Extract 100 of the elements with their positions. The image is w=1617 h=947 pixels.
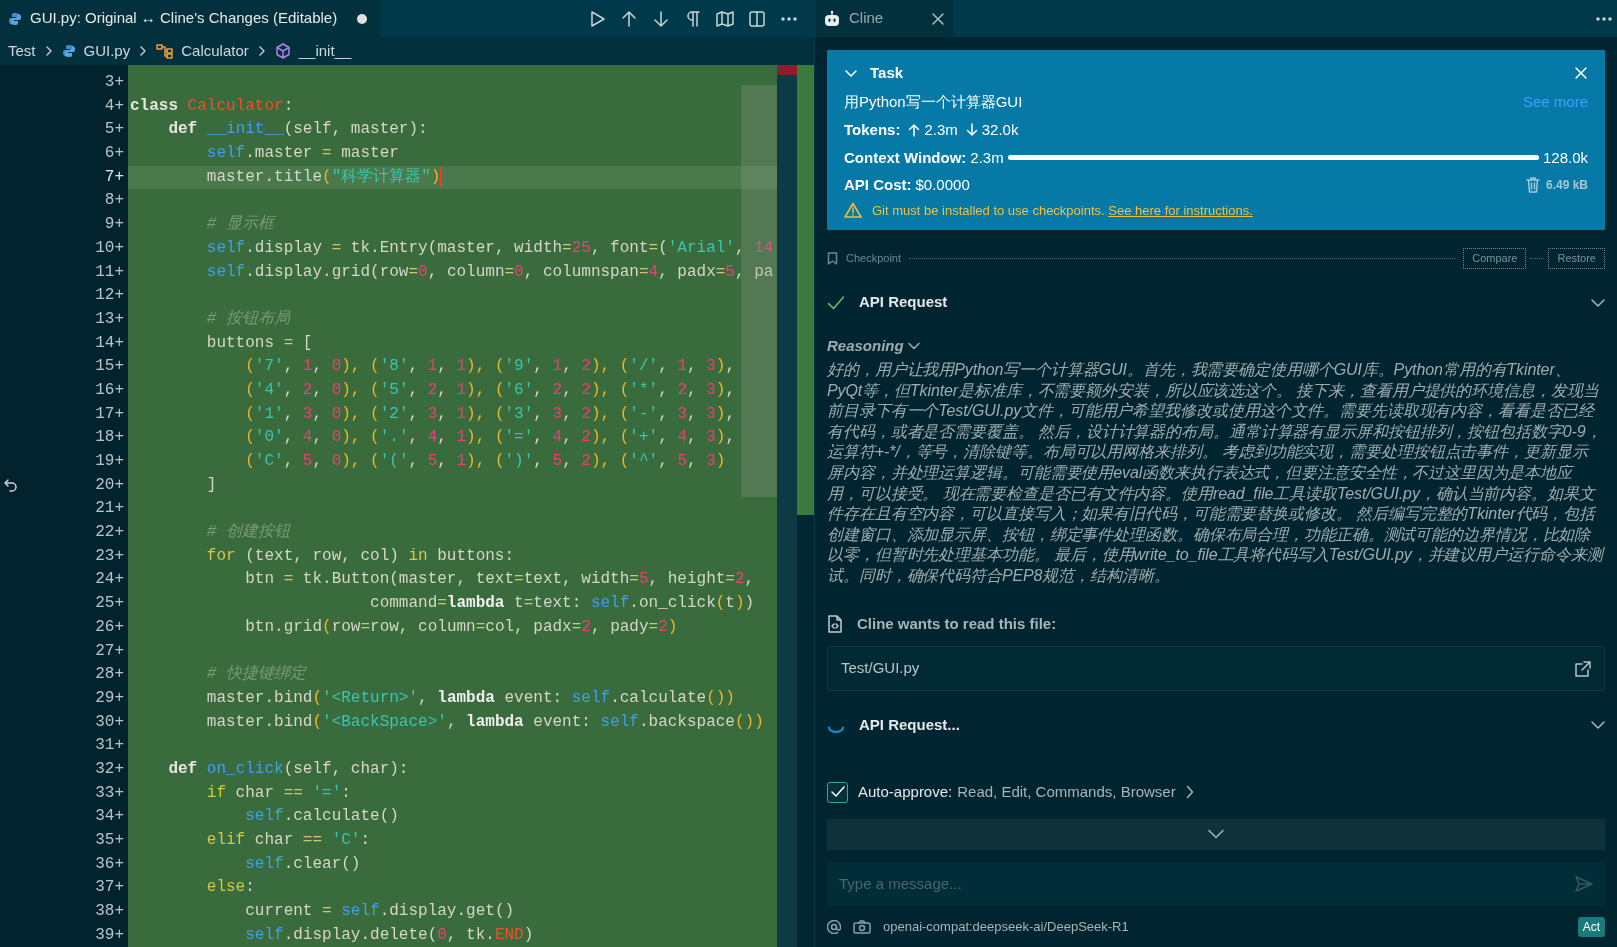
check-icon: [830, 786, 845, 799]
code-line: btn.grid(row=row, column=col, padx=2, pady=2): [244, 617, 678, 636]
code-line: btn = tk.Button(master, text=text, width=5, height=2,: [244, 570, 755, 589]
robot-icon: [823, 9, 841, 28]
code-line: current = self.display.get(): [244, 902, 515, 921]
undo-icon[interactable]: [3, 477, 19, 493]
close-icon[interactable]: [1574, 66, 1588, 81]
checkpoint-button[interactable]: Compare: [1463, 248, 1527, 269]
line-number: 39+: [94, 924, 125, 946]
task-heading: Task: [870, 63, 904, 83]
line-number: 4+: [103, 95, 125, 117]
line-number: 27+: [94, 640, 125, 662]
file-code-icon: [827, 614, 843, 633]
line-number: 23+: [94, 545, 125, 567]
arrow-up-icon[interactable]: [620, 9, 638, 28]
camera-icon[interactable]: [853, 919, 871, 934]
line-number: 19+: [94, 451, 125, 472]
message-input[interactable]: Type a message...: [827, 861, 1605, 906]
breadcrumb-item[interactable]: Test: [8, 39, 36, 63]
line-number: 31+: [94, 735, 125, 757]
line-number: 37+: [94, 877, 125, 899]
line-number: 34+: [94, 806, 125, 828]
auto-approve-checkbox[interactable]: [827, 781, 848, 803]
context-window-label: Context Window:: [844, 147, 967, 168]
line-number: 18+: [94, 427, 125, 449]
line-number: 17+: [94, 403, 125, 425]
arrow-up-icon: [908, 123, 921, 138]
code-line: for (text, row, col) in buttons:: [205, 546, 515, 565]
api-cost-label: API Cost:: [844, 175, 912, 195]
code-line: self.display.grid(row=0, column=0, columnspan=4, padx=5, pa: [205, 262, 774, 281]
code-line: ('0', 4, 0), ('.', 4, 1), ('=', 4, 2), ('+', 4, 3),: [244, 428, 735, 447]
line-number: 14+: [94, 332, 125, 354]
chevron-right-icon: [138, 45, 149, 57]
checkpoint-label: Checkpoint: [846, 251, 902, 266]
code-line: self.display.delete(0, tk.END): [244, 925, 534, 944]
context-used: 2.3m: [970, 147, 1004, 168]
breadcrumb-item[interactable]: __init__: [298, 39, 352, 63]
tokens-label: Tokens:: [844, 120, 901, 140]
code-line: master.bind('<BackSpace>', lambda event: self.backspace()): [205, 712, 764, 731]
line-number: 30+: [94, 711, 125, 733]
breadcrumb-item[interactable]: GUI.py: [83, 39, 131, 63]
auto-approve-label: Auto-approve:: [858, 782, 953, 803]
python-icon: [61, 44, 76, 58]
text-cursor: [440, 166, 443, 187]
line-number: 21+: [94, 498, 125, 520]
file-path: Test/GUI.py: [841, 658, 920, 679]
line-number: 20+: [94, 474, 125, 496]
chevron-down-icon[interactable]: [1591, 720, 1605, 731]
tokens-in: 2.3m: [924, 120, 958, 140]
cline-tab[interactable]: Cline: [815, 0, 953, 37]
code-line: if char == '=':: [205, 783, 351, 802]
open-external-icon[interactable]: [1575, 660, 1591, 677]
bookmark-icon[interactable]: [827, 251, 838, 265]
python-icon: [8, 11, 22, 26]
code-line: ('1', 3, 0), ('2', 3, 1), ('3', 3, 2), ('-', 3, 3),: [244, 404, 735, 423]
code-line: elif char == 'C':: [205, 831, 371, 849]
read-file-title: Cline wants to read this file:: [857, 613, 1057, 634]
code-line: self.clear(): [244, 854, 361, 873]
code-line: ('7', 1, 0), ('8', 1, 1), ('9', 1, 2), ('/', 1, 3),: [244, 357, 735, 376]
line-number: 3+: [103, 72, 125, 93]
line-number: 35+: [94, 830, 125, 851]
reasoning-toggle[interactable]: Reasoning: [827, 334, 904, 357]
trash-icon[interactable]: [1525, 177, 1540, 194]
editor-tab[interactable]: GUI.py: Original ↔ Cline's Changes (Editable): [0, 0, 380, 37]
code-line: self.calculate(): [244, 807, 399, 826]
cube-icon: [274, 43, 291, 59]
checkpoint-button[interactable]: Restore: [1548, 248, 1605, 269]
warning-text: Git must be installed to use checkpoints.: [872, 202, 1106, 218]
run-icon[interactable]: [588, 9, 606, 28]
request-title: API Request: [859, 292, 948, 313]
line-number: 26+: [94, 616, 125, 638]
tokens-out: 32.0k: [981, 120, 1019, 140]
close-icon[interactable]: [931, 11, 945, 26]
arrow-down-icon[interactable]: [652, 9, 670, 28]
line-number: 29+: [94, 687, 125, 709]
line-number: 28+: [94, 664, 125, 686]
task-text: 用Python写一个计算器GUI: [844, 91, 1023, 112]
code-line: ]: [205, 475, 217, 494]
code-line: command=lambda t=text: self.on_click(t)): [369, 594, 755, 613]
split-editor-icon[interactable]: [748, 9, 766, 28]
chevron-down-icon[interactable]: [1591, 297, 1605, 308]
map-icon[interactable]: [716, 9, 734, 28]
code-line: # 创建按钮: [205, 523, 290, 542]
at-sign-icon[interactable]: [827, 919, 841, 934]
chevron-right-icon[interactable]: [1185, 785, 1194, 800]
line-number: 25+: [94, 593, 125, 615]
line-number: 8+: [103, 190, 125, 212]
mode-toggle[interactable]: Act: [1577, 916, 1605, 937]
class-symbol-icon: [156, 43, 174, 59]
tab-title: GUI.py: Original ↔ Cline's Changes (Editable): [30, 8, 338, 29]
line-number: 16+: [94, 379, 125, 401]
code-line: buttons = [: [205, 333, 313, 352]
auto-approve-value: Read, Edit, Commands, Browser: [957, 782, 1176, 803]
breadcrumb-item[interactable]: Calculator: [181, 39, 249, 63]
chevron-down-icon: [1208, 829, 1224, 840]
file-path-box[interactable]: Test/GUI.py: [827, 646, 1605, 692]
chevron-down-icon[interactable]: [907, 341, 920, 350]
tab-title: Cline: [849, 8, 884, 29]
model-selector[interactable]: openai-compat:deepseek-ai/DeepSeek-R1: [883, 916, 1129, 937]
pilcrow-icon[interactable]: [684, 9, 702, 28]
